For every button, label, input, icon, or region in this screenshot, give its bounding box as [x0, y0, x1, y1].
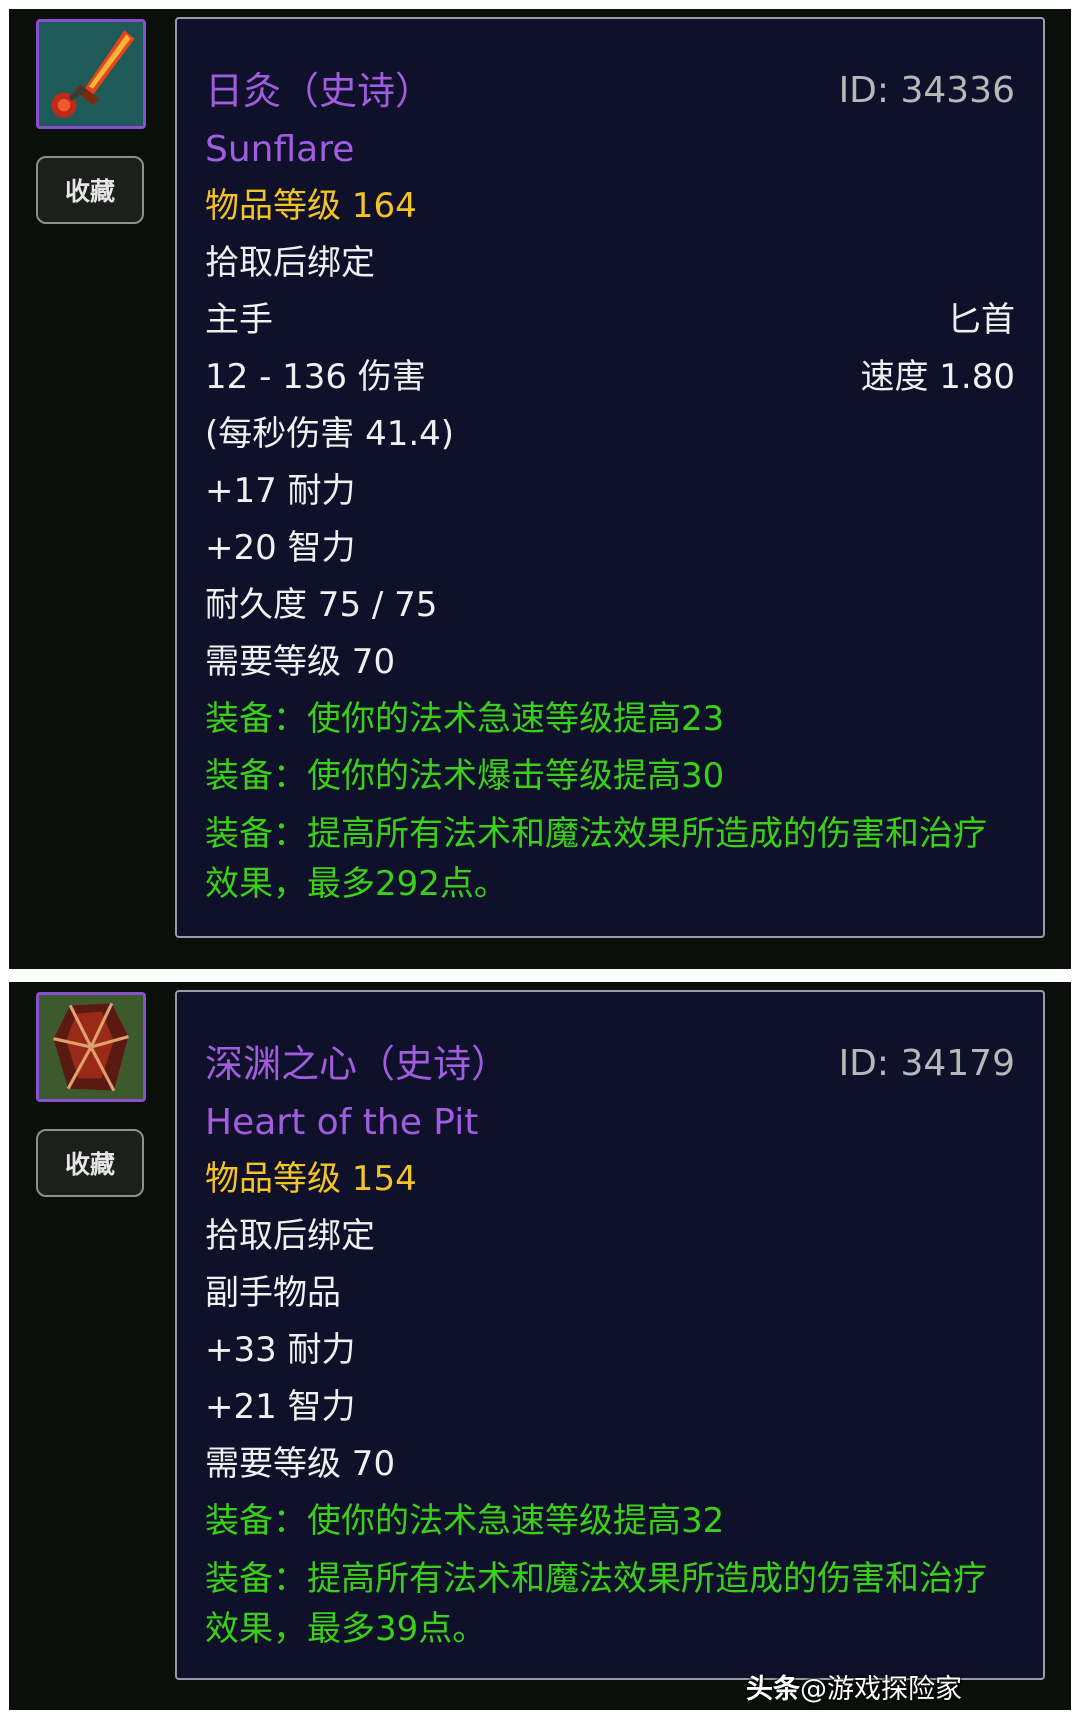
- durability: 耐久度 75 / 75: [205, 585, 438, 625]
- item-name-cn: 深渊之心（史诗） ID: 34179: [205, 1034, 1015, 1094]
- equip-effect: 装备：使你的法术急速等级提高23: [205, 699, 725, 739]
- equip-effect: 装备：使你的法术急速等级提高32: [205, 1501, 725, 1541]
- stat-stamina: +17 耐力: [205, 471, 356, 511]
- slot-row: 主手 匕首: [205, 292, 1015, 349]
- item-name-en: Heart of the Pit: [205, 1102, 479, 1143]
- bind-type: 拾取后绑定: [205, 243, 375, 283]
- item-card-heart-of-the-pit: 收藏 深渊之心（史诗） ID: 34179 Heart of the Pit 物…: [9, 982, 1071, 1710]
- crystal-icon[interactable]: [36, 992, 146, 1102]
- required-level: 需要等级 70: [205, 642, 396, 682]
- favorite-button[interactable]: 收藏: [36, 1129, 144, 1197]
- watermark-brand: 头条: [746, 1674, 800, 1705]
- weapon-speed: 速度 1.80: [860, 357, 1015, 397]
- equip-effect: 装备：使你的法术爆击等级提高30: [205, 756, 725, 796]
- required-level: 需要等级 70: [205, 1444, 396, 1484]
- item-card-sunflare: 收藏 日灸（史诗） ID: 34336 Sunflare 物品等级 164 拾取…: [9, 9, 1071, 969]
- item-slot: 主手: [205, 300, 273, 340]
- item-tooltip: 深渊之心（史诗） ID: 34179 Heart of the Pit 物品等级…: [175, 990, 1045, 1680]
- stat-intellect: +21 智力: [205, 1387, 356, 1427]
- damage: 12 - 136 伤害: [205, 357, 426, 397]
- stat-stamina: +33 耐力: [205, 1330, 356, 1370]
- item-tooltip: 日灸（史诗） ID: 34336 Sunflare 物品等级 164 拾取后绑定…: [175, 17, 1045, 938]
- dagger-icon[interactable]: [36, 19, 146, 129]
- item-id: ID: 34179: [838, 1043, 1015, 1084]
- stat-intellect: +20 智力: [205, 528, 356, 568]
- item-name-en: Sunflare: [205, 129, 355, 170]
- item-level: 物品等级 154: [205, 1159, 417, 1199]
- watermark-account: @游戏探险家: [800, 1674, 962, 1705]
- weapon-type: 匕首: [947, 300, 1015, 340]
- item-id: ID: 34336: [838, 70, 1015, 111]
- bind-type: 拾取后绑定: [205, 1216, 375, 1256]
- watermark: 头条@游戏探险家: [746, 1667, 962, 1706]
- favorite-button[interactable]: 收藏: [36, 156, 144, 224]
- item-name-text: 深渊之心（史诗）: [205, 1042, 510, 1086]
- item-slot: 副手物品: [205, 1273, 341, 1313]
- dps: (每秒伤害 41.4): [205, 414, 455, 454]
- item-level: 物品等级 164: [205, 186, 417, 226]
- equip-effect: 装备：提高所有法术和魔法效果所造成的伤害和治疗效果，最多292点。: [205, 814, 987, 904]
- damage-row: 12 - 136 伤害 速度 1.80: [205, 349, 1015, 406]
- item-name-text: 日灸（史诗）: [205, 69, 434, 113]
- item-name-cn: 日灸（史诗） ID: 34336: [205, 61, 1015, 121]
- equip-effect: 装备：提高所有法术和魔法效果所造成的伤害和治疗效果，最多39点。: [205, 1559, 987, 1649]
